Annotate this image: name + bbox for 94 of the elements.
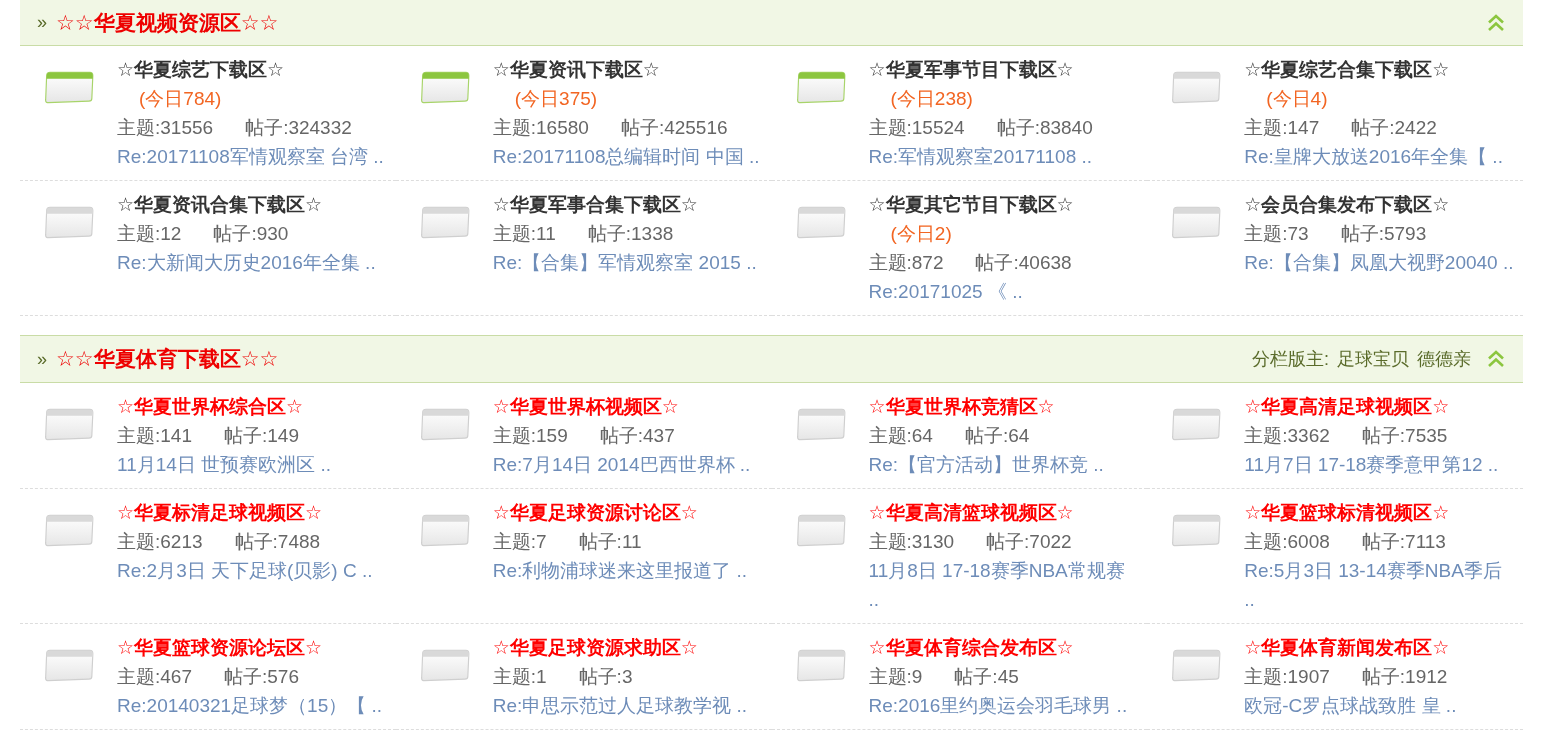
- post-count: 帖子:5793: [1340, 222, 1427, 246]
- topic-count: 主题:16580: [492, 116, 589, 140]
- topic-count: 主题:73: [1244, 222, 1309, 246]
- post-count: 帖子:7488: [234, 530, 321, 554]
- last-post-link[interactable]: Re:申思示范过人足球教学视 ..: [492, 691, 764, 720]
- topic-count: 主题:467: [117, 665, 192, 689]
- topic-count: 主题:11: [492, 222, 556, 246]
- last-post-link[interactable]: 欧冠-C罗点球战致胜 皇 ..: [1244, 691, 1515, 720]
- today-count: (今日2): [890, 222, 952, 246]
- forum-link[interactable]: ☆华夏资讯下载区☆: [492, 59, 660, 80]
- forum-link[interactable]: ☆华夏世界杯竞猜区☆: [868, 396, 1055, 417]
- topic-count: 主题:1: [492, 665, 547, 689]
- forum-link[interactable]: ☆华夏世界杯视频区☆: [492, 396, 679, 417]
- header-bullet: »: [37, 348, 47, 370]
- forum-link[interactable]: ☆华夏篮球资源论坛区☆: [117, 637, 323, 658]
- post-count: 帖子:2422: [1351, 116, 1437, 140]
- last-post-link[interactable]: Re:军情观察室20171108 ..: [868, 142, 1140, 171]
- last-post-link[interactable]: 11月7日 17-18赛季意甲第12 ..: [1244, 450, 1515, 479]
- topic-count: 主题:872: [868, 251, 944, 275]
- post-count: 帖子:3: [578, 665, 633, 689]
- forum-link[interactable]: ☆华夏军事节目下载区☆: [868, 59, 1074, 80]
- last-post-link[interactable]: Re:利物浦球迷来这里报道了 ..: [492, 556, 764, 585]
- forum-link[interactable]: ☆华夏其它节目下载区☆: [868, 194, 1074, 215]
- post-count: 帖子:930: [213, 222, 289, 246]
- forum-link[interactable]: ☆华夏篮球标清视频区☆: [1244, 502, 1450, 523]
- topic-count: 主题:12: [117, 222, 182, 246]
- post-count: 帖子:1912: [1361, 665, 1448, 689]
- topic-count: 主题:64: [868, 424, 933, 448]
- header-bullet: »: [37, 12, 47, 33]
- post-count: 帖子:149: [224, 424, 299, 448]
- moderator-link[interactable]: 德德亲: [1417, 347, 1471, 371]
- post-count: 帖子:11: [578, 530, 642, 554]
- forum-link[interactable]: ☆华夏足球资源讨论区☆: [492, 502, 698, 523]
- section-title[interactable]: ☆☆华夏体育下载区☆☆: [56, 345, 279, 373]
- post-count: 帖子:7113: [1361, 530, 1446, 554]
- topic-count: 主题:6008: [1244, 530, 1330, 554]
- last-post-link[interactable]: Re:20171108军情观察室 台湾 ..: [117, 142, 388, 171]
- post-count: 帖子:7022: [986, 530, 1072, 554]
- post-count: 帖子:83840: [996, 116, 1093, 140]
- topic-count: 主题:7: [492, 530, 547, 554]
- topic-count: 主题:1907: [1244, 665, 1330, 689]
- forum-link[interactable]: ☆华夏体育新闻发布区☆: [1244, 637, 1450, 658]
- last-post-link[interactable]: Re:【合集】凤凰大视野20040 ..: [1244, 248, 1515, 277]
- last-post-link[interactable]: Re:20171025 《 ..: [868, 277, 1140, 306]
- forum-link[interactable]: ☆华夏资讯合集下载区☆: [117, 194, 323, 215]
- topic-count: 主题:3362: [1244, 424, 1330, 448]
- moderators-label: 分栏版主:: [1252, 348, 1329, 371]
- double-chevron-up-icon[interactable]: [1487, 350, 1505, 368]
- post-count: 帖子:576: [224, 665, 299, 689]
- topic-count: 主题:159: [492, 424, 568, 448]
- topic-count: 主题:15524: [868, 116, 965, 140]
- forum-link[interactable]: ☆华夏军事合集下载区☆: [492, 194, 698, 215]
- post-count: 帖子:1338: [587, 222, 674, 246]
- today-count: (今日784): [139, 87, 222, 111]
- post-count: 帖子:425516: [620, 116, 728, 140]
- topic-count: 主题:6213: [117, 530, 203, 554]
- last-post-link[interactable]: Re:20171108总编辑时间 中国 ..: [492, 142, 764, 171]
- forum-link[interactable]: ☆华夏综艺合集下载区☆: [1244, 59, 1450, 80]
- section-title[interactable]: ☆☆华夏视频资源区☆☆: [56, 8, 279, 37]
- topic-count: 主题:9: [868, 665, 923, 689]
- today-count: (今日238): [890, 87, 973, 111]
- today-count: (今日375): [514, 87, 598, 111]
- last-post-link[interactable]: Re:2月3日 天下足球(贝影) C ..: [117, 556, 388, 585]
- topic-count: 主题:31556: [117, 116, 214, 140]
- post-count: 帖子:7535: [1361, 424, 1448, 448]
- last-post-link[interactable]: Re:【合集】军情观察室 2015 ..: [492, 248, 764, 277]
- topic-count: 主题:147: [1244, 116, 1320, 140]
- post-count: 帖子:64: [964, 424, 1030, 448]
- forum-link[interactable]: ☆华夏高清篮球视频区☆: [868, 502, 1074, 523]
- forum-link[interactable]: ☆华夏世界杯综合区☆: [117, 396, 304, 417]
- post-count: 帖子:45: [954, 665, 1019, 689]
- last-post-link[interactable]: Re:2016里约奥运会羽毛球男 ..: [868, 691, 1140, 720]
- double-chevron-up-icon[interactable]: [1487, 13, 1505, 32]
- moderator-link[interactable]: 足球宝贝: [1337, 347, 1409, 371]
- today-count: (今日4): [1266, 87, 1328, 111]
- forum-link[interactable]: ☆会员合集发布下载区☆: [1244, 194, 1450, 215]
- last-post-link[interactable]: 11月14日 世预赛欧洲区 ..: [117, 450, 388, 479]
- last-post-link[interactable]: Re:5月3日 13-14赛季NBA季后 ..: [1244, 556, 1515, 614]
- last-post-link[interactable]: Re:20140321足球梦（15）【 ..: [117, 691, 388, 720]
- post-count: 帖子:40638: [975, 251, 1072, 275]
- forum-link[interactable]: ☆华夏体育综合发布区☆: [868, 637, 1074, 658]
- last-post-link[interactable]: Re:大新闻大历史2016年全集 ..: [117, 248, 388, 277]
- forum-link[interactable]: ☆华夏足球资源求助区☆: [492, 637, 698, 658]
- post-count: 帖子:437: [599, 424, 675, 448]
- forum-link[interactable]: ☆华夏标清足球视频区☆: [117, 502, 323, 523]
- last-post-link[interactable]: Re:7月14日 2014巴西世界杯 ..: [492, 450, 764, 479]
- last-post-link[interactable]: 11月8日 17-18赛季NBA常规赛 ..: [868, 556, 1140, 614]
- post-count: 帖子:324332: [245, 116, 352, 140]
- forum-link[interactable]: ☆华夏综艺下载区☆: [117, 59, 285, 80]
- topic-count: 主题:3130: [868, 530, 955, 554]
- forum-link[interactable]: ☆华夏高清足球视频区☆: [1244, 396, 1450, 417]
- last-post-link[interactable]: Re:皇牌大放送2016年全集【 ..: [1244, 142, 1515, 171]
- last-post-link[interactable]: Re:【官方活动】世界杯竞 ..: [868, 450, 1140, 479]
- topic-count: 主题:141: [117, 424, 192, 448]
